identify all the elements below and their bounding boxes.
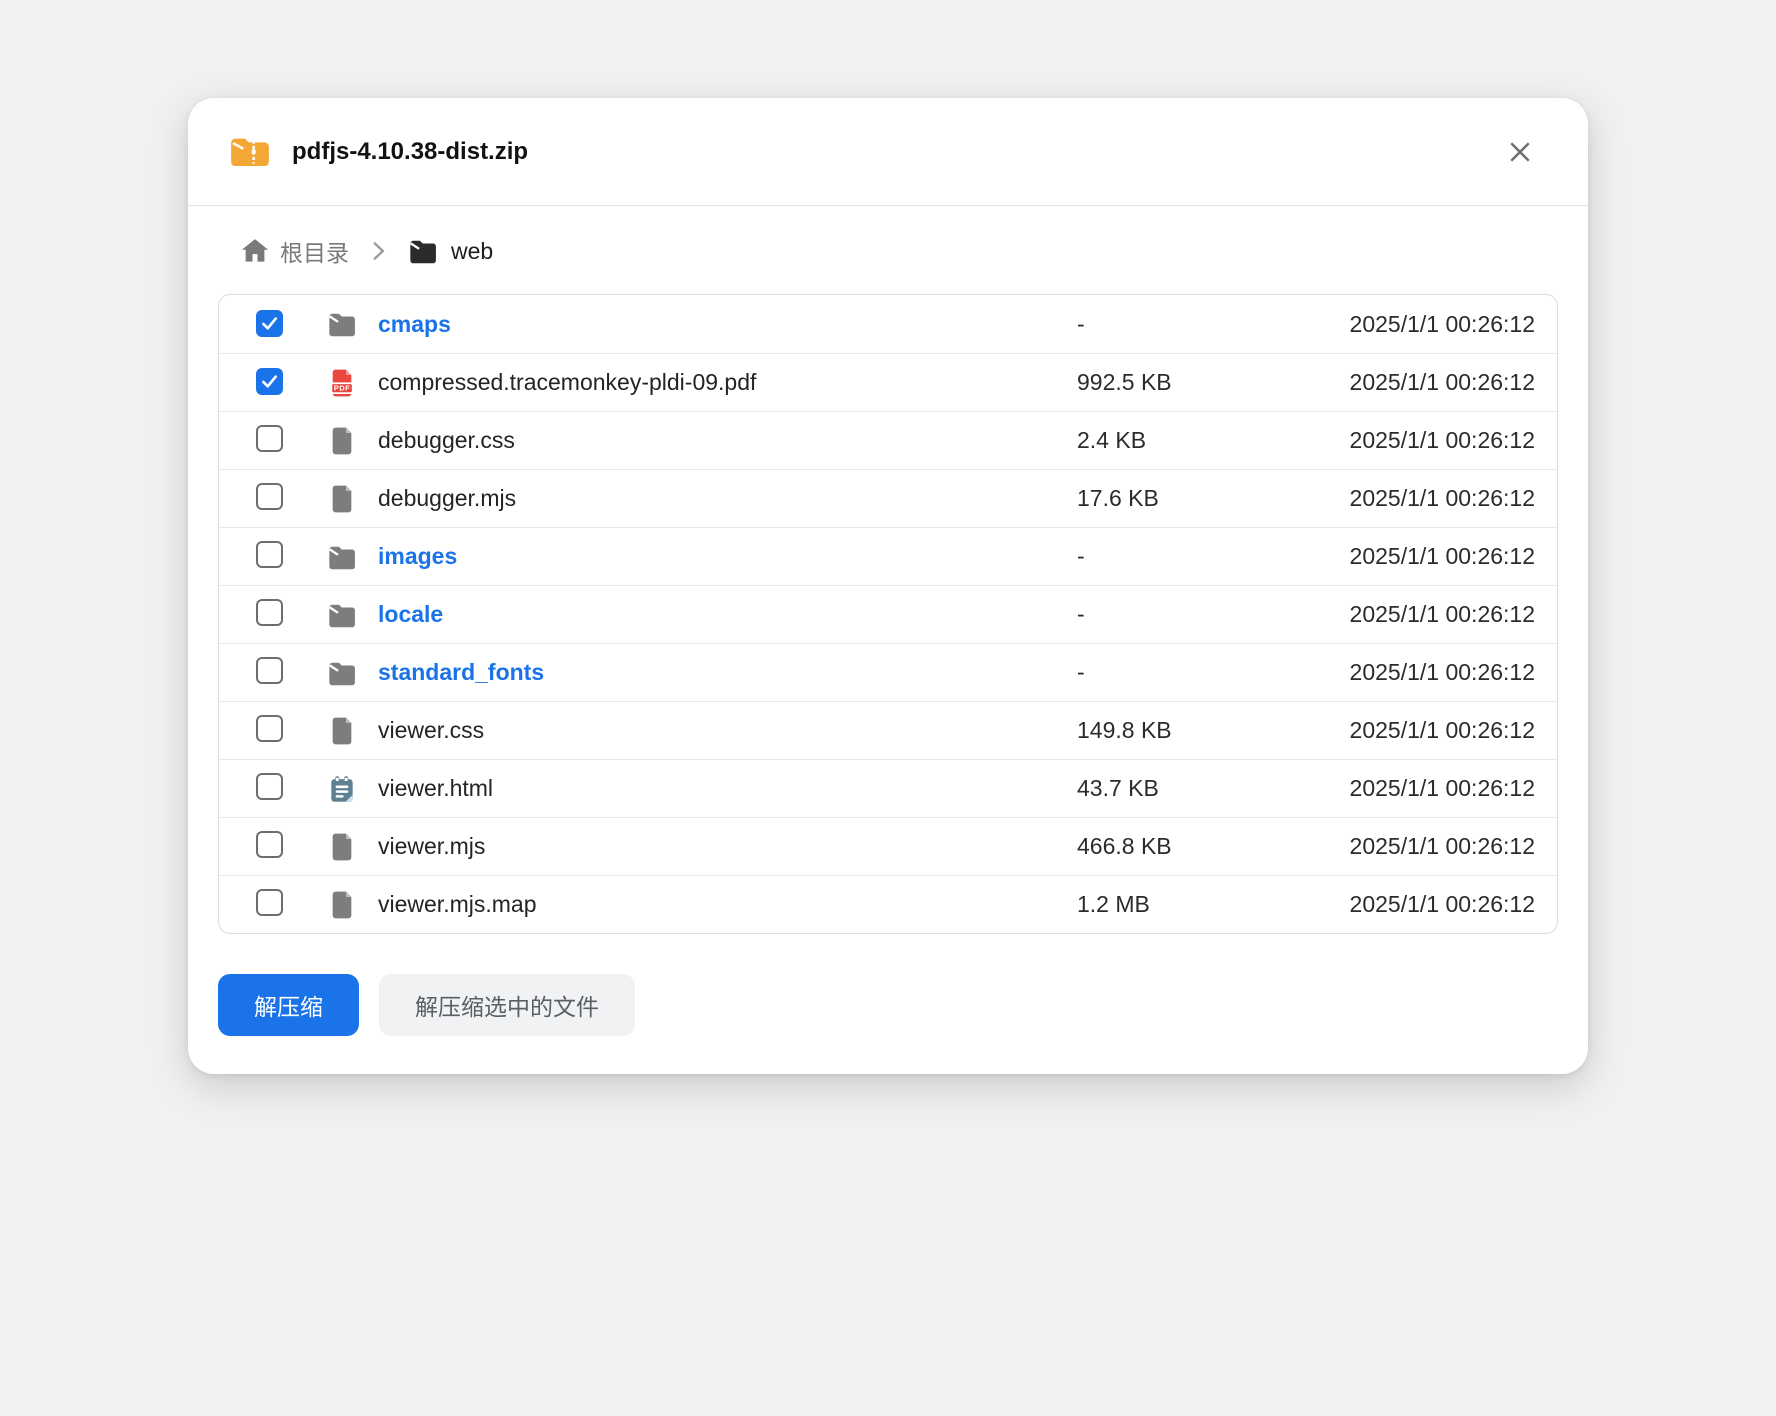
entry-name[interactable]: compressed.tracemonkey-pldi-09.pdf — [378, 369, 1077, 396]
row-checkbox[interactable] — [256, 483, 283, 510]
dialog-content: 根目录 web — [188, 234, 1588, 1074]
entry-size: 992.5 KB — [1077, 369, 1305, 396]
entry-name[interactable]: debugger.mjs — [378, 485, 1077, 512]
extract-selected-button[interactable]: 解压缩选中的文件 — [379, 974, 635, 1036]
folder-icon — [407, 235, 439, 267]
zip-viewer-dialog: pdfjs-4.10.38-dist.zip 根目录 — [188, 98, 1588, 1074]
checkbox-cell — [256, 831, 326, 863]
html-file-icon — [326, 773, 358, 805]
entry-date: 2025/1/1 00:26:12 — [1305, 543, 1535, 570]
entry-date: 2025/1/1 00:26:12 — [1305, 659, 1535, 686]
entry-date: 2025/1/1 00:26:12 — [1305, 485, 1535, 512]
entry-date: 2025/1/1 00:26:12 — [1305, 427, 1535, 454]
entry-size: 149.8 KB — [1077, 717, 1305, 744]
row-checkbox[interactable] — [256, 310, 283, 337]
breadcrumb-root[interactable]: 根目录 — [280, 234, 349, 268]
row-checkbox[interactable] — [256, 831, 283, 858]
checkbox-cell — [256, 889, 326, 921]
folder-icon — [326, 599, 358, 631]
file-icon — [326, 831, 358, 863]
entry-name[interactable]: viewer.mjs — [378, 833, 1077, 860]
home-icon[interactable] — [240, 236, 270, 266]
row-checkbox[interactable] — [256, 715, 283, 742]
chevron-right-icon — [365, 238, 391, 264]
row-checkbox[interactable] — [256, 368, 283, 395]
breadcrumb-current-folder: web — [451, 238, 493, 265]
folder-icon — [326, 657, 358, 689]
checkbox-cell — [256, 425, 326, 457]
file-icon — [326, 715, 358, 747]
file-table: PDF cmaps - 2025/1/1 00:26:12 — [218, 294, 1558, 934]
table-row[interactable]: PDF viewer.mjs.map 1.2 MB 202 — [219, 875, 1557, 933]
entry-name[interactable]: viewer.css — [378, 717, 1077, 744]
entry-name[interactable]: locale — [378, 601, 1077, 628]
dialog-title: pdfjs-4.10.38-dist.zip — [292, 138, 1500, 166]
entry-size: 466.8 KB — [1077, 833, 1305, 860]
close-button[interactable] — [1500, 132, 1540, 172]
entry-name[interactable]: standard_fonts — [378, 659, 1077, 686]
table-row[interactable]: PDF images - 2025/1/1 00:26:1 — [219, 527, 1557, 585]
entry-name[interactable]: images — [378, 543, 1077, 570]
entry-size: 2.4 KB — [1077, 427, 1305, 454]
entry-size: - — [1077, 543, 1305, 570]
entry-name[interactable]: viewer.mjs.map — [378, 891, 1077, 918]
zip-folder-icon — [228, 133, 272, 171]
entry-size: 1.2 MB — [1077, 891, 1305, 918]
folder-icon — [326, 308, 358, 340]
pdf-file-icon: PDF — [326, 367, 358, 399]
entry-date: 2025/1/1 00:26:12 — [1305, 833, 1535, 860]
extract-all-button[interactable]: 解压缩 — [218, 974, 359, 1036]
breadcrumb: 根目录 web — [240, 234, 1558, 268]
file-icon — [326, 483, 358, 515]
checkbox-cell — [256, 483, 326, 515]
entry-date: 2025/1/1 00:26:12 — [1305, 775, 1535, 802]
entry-name[interactable]: cmaps — [378, 311, 1077, 338]
table-row[interactable]: PDF standard_fonts - 2025/1/1 — [219, 643, 1557, 701]
entry-size: 17.6 KB — [1077, 485, 1305, 512]
checkbox-cell — [256, 657, 326, 689]
folder-icon — [326, 541, 358, 573]
entry-date: 2025/1/1 00:26:12 — [1305, 311, 1535, 338]
checkbox-cell — [256, 599, 326, 631]
entry-name[interactable]: viewer.html — [378, 775, 1077, 802]
row-checkbox[interactable] — [256, 541, 283, 568]
entry-size: - — [1077, 311, 1305, 338]
row-checkbox[interactable] — [256, 425, 283, 452]
entry-size: - — [1077, 659, 1305, 686]
table-row[interactable]: PDF compressed.tracemonkey-pldi-09.pd — [219, 353, 1557, 411]
file-icon — [326, 425, 358, 457]
table-row[interactable]: PDF locale - 2025/1/1 00:26:1 — [219, 585, 1557, 643]
file-icon — [326, 889, 358, 921]
table-row[interactable]: PDF cmaps - 2025/1/1 00:26:12 — [219, 295, 1557, 353]
row-checkbox[interactable] — [256, 773, 283, 800]
close-icon — [1505, 137, 1535, 167]
entry-date: 2025/1/1 00:26:12 — [1305, 601, 1535, 628]
table-row[interactable]: PDF debugger.css 2.4 KB 2025/ — [219, 411, 1557, 469]
checkbox-cell — [256, 368, 326, 397]
checkbox-cell — [256, 715, 326, 747]
svg-text:PDF: PDF — [334, 383, 351, 392]
checkbox-cell — [256, 773, 326, 805]
table-row[interactable]: PDF debugger.mjs 17.6 KB 2025 — [219, 469, 1557, 527]
entry-size: 43.7 KB — [1077, 775, 1305, 802]
check-icon — [259, 371, 280, 392]
row-checkbox[interactable] — [256, 599, 283, 626]
entry-date: 2025/1/1 00:26:12 — [1305, 891, 1535, 918]
table-row[interactable]: PDF viewer.css 149.8 KB 2025/ — [219, 701, 1557, 759]
dialog-header: pdfjs-4.10.38-dist.zip — [188, 98, 1588, 206]
table-row[interactable]: PDF viewer.html 43.7 KB 2025/ — [219, 759, 1557, 817]
entry-name[interactable]: debugger.css — [378, 427, 1077, 454]
checkbox-cell — [256, 541, 326, 573]
table-row[interactable]: PDF viewer.mjs 466.8 KB 2025/ — [219, 817, 1557, 875]
entry-size: - — [1077, 601, 1305, 628]
entry-date: 2025/1/1 00:26:12 — [1305, 717, 1535, 744]
checkbox-cell — [256, 310, 326, 339]
dialog-footer: 解压缩 解压缩选中的文件 — [218, 974, 1558, 1036]
row-checkbox[interactable] — [256, 889, 283, 916]
row-checkbox[interactable] — [256, 657, 283, 684]
entry-date: 2025/1/1 00:26:12 — [1305, 369, 1535, 396]
check-icon — [259, 313, 280, 334]
